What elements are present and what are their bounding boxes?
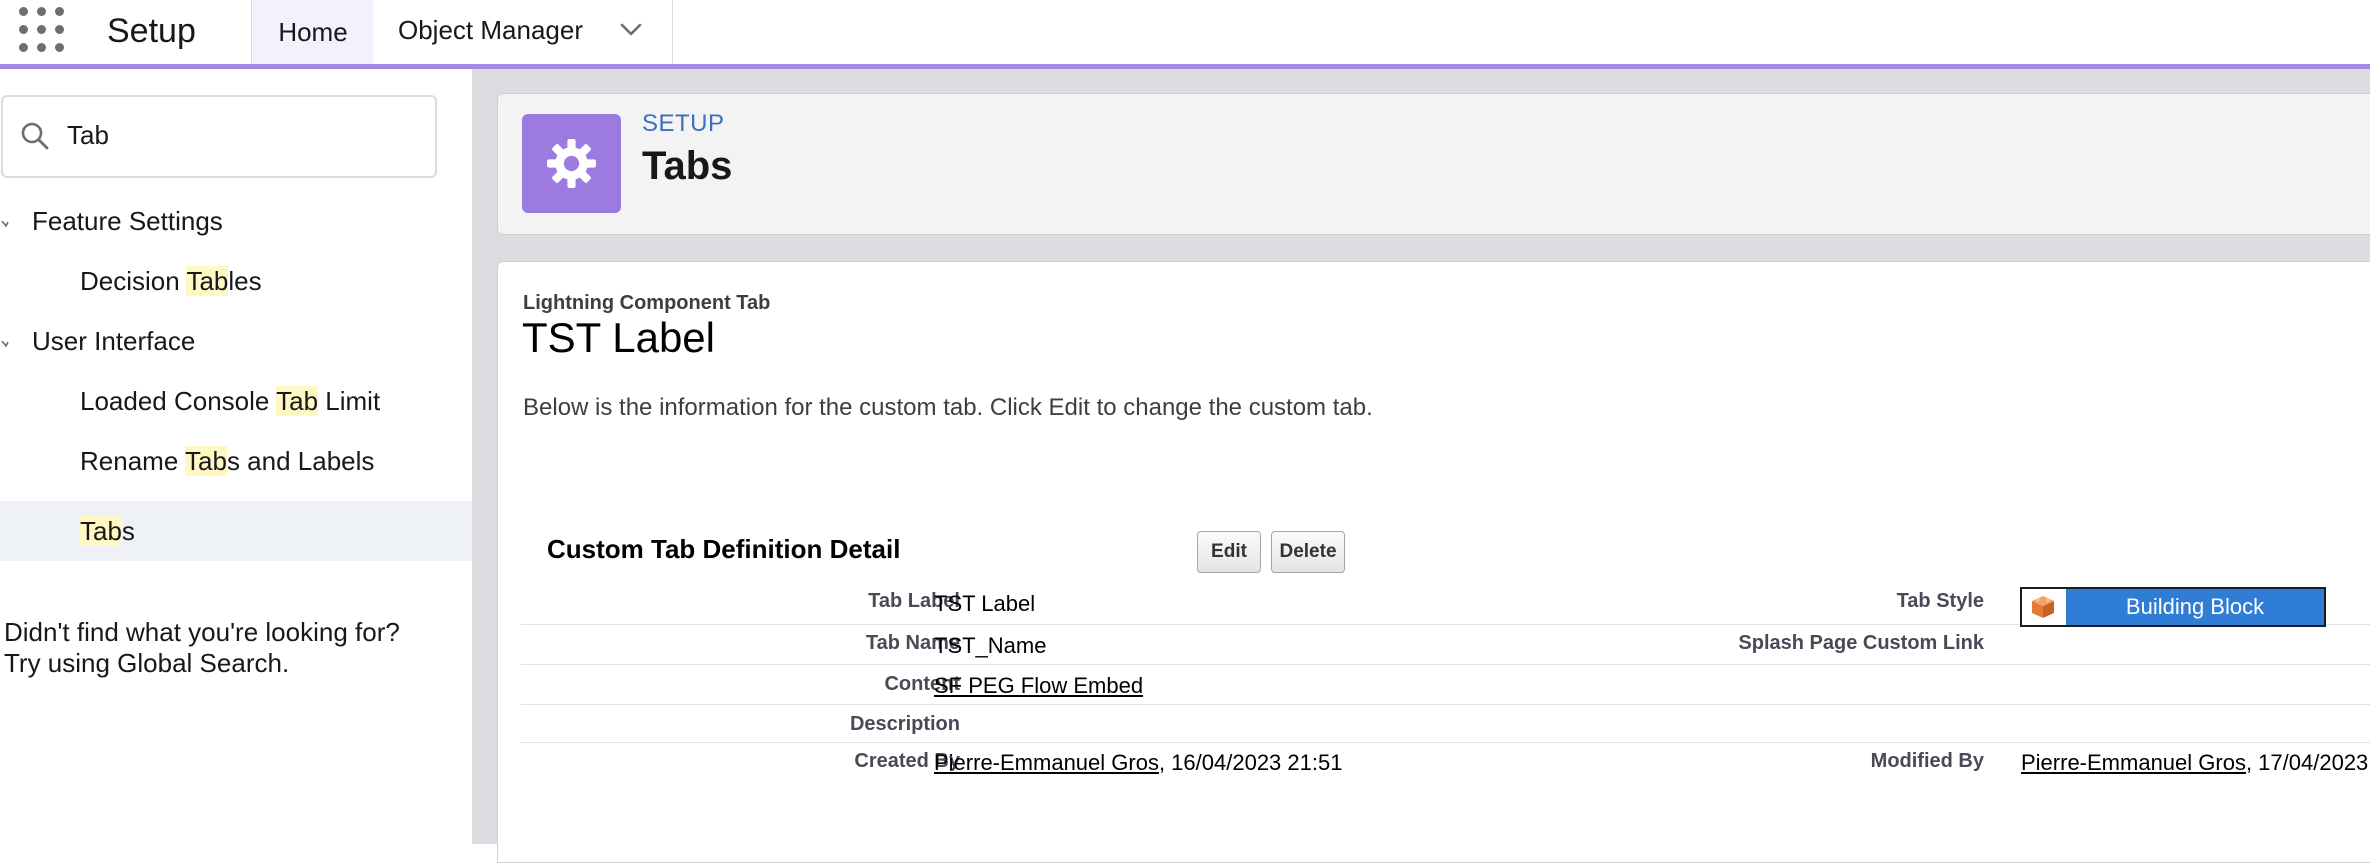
created-by-user-link[interactable]: Pierre-Emmanuel Gros <box>934 750 1159 775</box>
tab-type-label: Lightning Component Tab <box>523 292 771 314</box>
field-value-tab-label: TST Label <box>934 591 1036 616</box>
detail-row: Created By Pierre-Emmanuel Gros, 16/04/2… <box>521 742 2370 782</box>
field-value-modified-by: Pierre-Emmanuel Gros, 17/04/2023 <box>2021 750 2368 776</box>
sidebar-item-decision-tables[interactable]: Decision Tables <box>0 251 472 311</box>
tab-object-manager-label: Object Manager <box>398 15 583 45</box>
edit-button[interactable]: Edit <box>1197 531 1261 573</box>
search-highlight: Tab <box>276 386 319 416</box>
tree-node-label: User Interface <box>32 326 196 356</box>
field-label-splash-page: Splash Page Custom Link <box>1738 632 1984 654</box>
detail-row: Description <box>521 704 2370 743</box>
page-eyebrow: SETUP <box>642 110 725 137</box>
chevron-down-icon[interactable] <box>617 16 645 44</box>
tab-style-preview: Building Block <box>2020 587 2326 627</box>
page-title: Tabs <box>642 144 733 188</box>
tab-style-swatch <box>2022 589 2066 625</box>
field-label-tab-style: Tab Style <box>1896 590 1984 612</box>
chevron-expanded-icon[interactable] <box>0 213 16 229</box>
app-title: Setup <box>107 12 196 50</box>
tab-home[interactable]: Home <box>251 0 375 64</box>
detail-row: Tab Name TST_Name Splash Page Custom Lin… <box>521 624 2370 665</box>
sidebar-item-label: Decision Tables <box>80 266 262 296</box>
help-text-line: Try using Global Search. <box>4 648 290 678</box>
quick-find-input[interactable] <box>67 111 417 159</box>
tree-node-feature-settings[interactable]: Feature Settings <box>0 191 472 251</box>
sidebar-item-label: Loaded Console Tab Limit <box>80 386 381 416</box>
tree-node-user-interface[interactable]: User Interface <box>0 311 472 371</box>
setup-sidebar: Feature Settings Decision Tables User In… <box>0 69 473 844</box>
search-icon <box>21 122 49 150</box>
tree-node-label: Feature Settings <box>32 206 223 236</box>
record-description: Below is the information for the custom … <box>523 394 1373 421</box>
gear-icon <box>547 139 596 188</box>
quick-find-box[interactable] <box>1 95 437 178</box>
tab-style-name: Building Block <box>2066 589 2324 625</box>
created-date: , 16/04/2023 21:51 <box>1158 750 1343 775</box>
detail-row: Tab Label TST Label Tab Style Building B… <box>521 584 2370 627</box>
search-highlight: Tab <box>186 266 229 296</box>
building-block-icon <box>2032 596 2054 618</box>
search-highlight: Tab <box>80 516 122 546</box>
sidebar-item-tabs[interactable]: Tabs <box>0 501 472 561</box>
delete-button[interactable]: Delete <box>1271 531 1345 573</box>
field-value-tab-name: TST_Name <box>934 633 1047 658</box>
sidebar-item-label: Rename Tabs and Labels <box>80 446 375 476</box>
tab-object-manager[interactable]: Object Manager <box>373 0 673 64</box>
content-link[interactable]: SF PEG Flow Embed <box>934 673 1143 699</box>
field-label-description: Description <box>849 713 960 735</box>
field-label-modified-by: Modified By <box>1870 750 1984 772</box>
sidebar-item-rename-tabs-and-labels[interactable]: Rename Tabs and Labels <box>0 431 472 491</box>
page-header: SETUP Tabs <box>497 93 2370 235</box>
section-title: Custom Tab Definition Detail <box>547 534 901 564</box>
help-text-line: Didn't find what you're looking for? <box>4 617 400 647</box>
global-header: Setup Home Object Manager <box>0 0 2370 64</box>
detail-row: Content SF PEG Flow Embed <box>521 664 2370 705</box>
sidebar-item-loaded-console-tab-limit[interactable]: Loaded Console Tab Limit <box>0 371 472 431</box>
app-launcher-icon[interactable] <box>19 7 65 53</box>
sidebar-item-label: Tabs <box>80 516 135 546</box>
modified-date: , 17/04/2023 <box>2245 750 2369 775</box>
tab-detail-panel: Lightning Component Tab TST Label Below … <box>497 261 2370 863</box>
modified-by-user-link[interactable]: Pierre-Emmanuel Gros <box>2021 750 2246 775</box>
field-value-created-by: Pierre-Emmanuel Gros, 16/04/2023 21:51 <box>934 750 1342 776</box>
chevron-expanded-icon[interactable] <box>0 333 16 349</box>
no-results-help: Didn't find what you're looking for? Try… <box>4 617 400 679</box>
record-title: TST Label <box>522 314 715 361</box>
main-content: SETUP Tabs Lightning Component Tab TST L… <box>473 69 2370 863</box>
search-highlight: Tab <box>185 446 227 476</box>
setup-icon-tile <box>522 114 621 213</box>
